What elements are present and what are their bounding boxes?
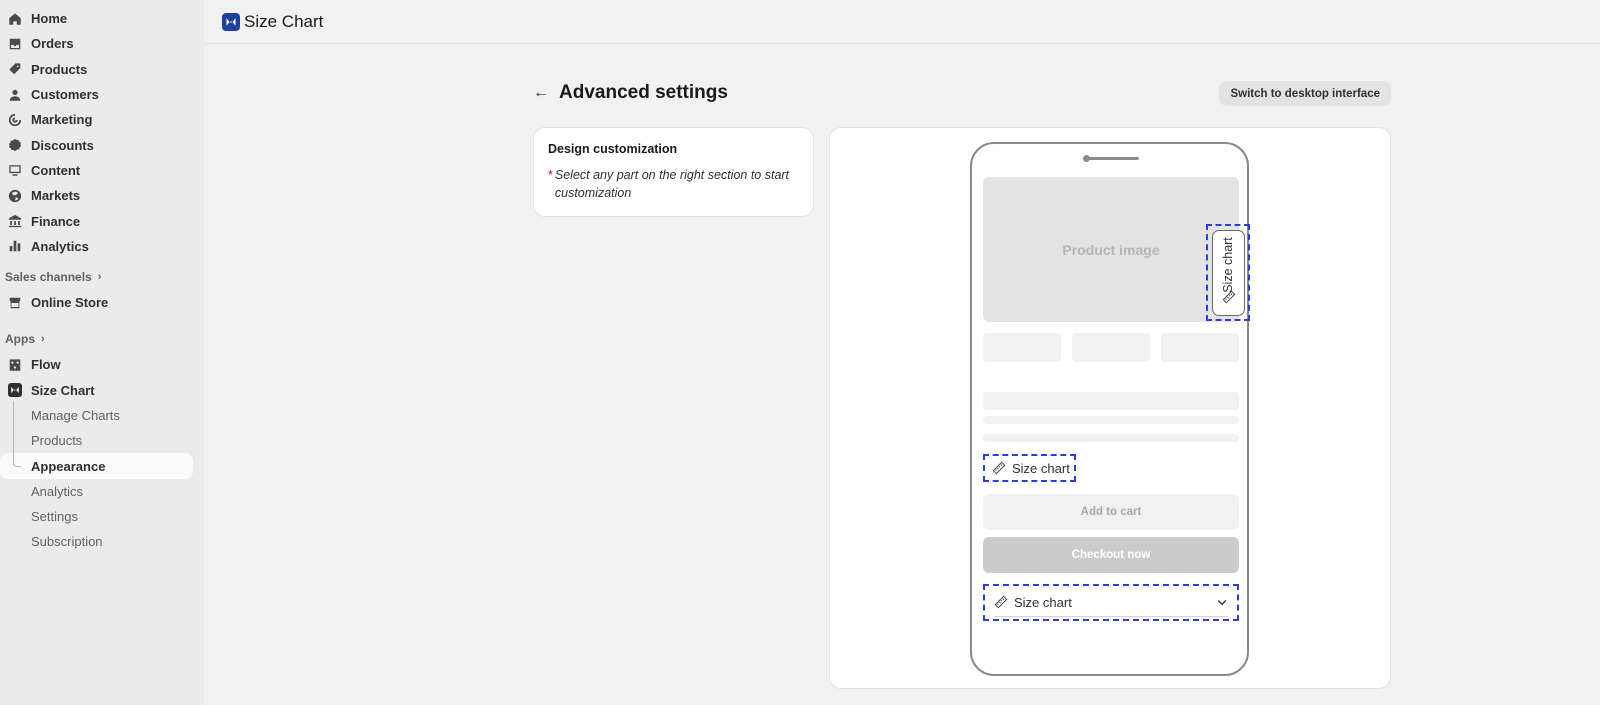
thumbnail-placeholder [1072, 333, 1150, 362]
flow-icon [8, 358, 22, 372]
ruler-icon [992, 461, 1006, 475]
sidebar-subitem-products[interactable]: Products [0, 428, 204, 453]
chevron-right-icon: › [41, 333, 45, 346]
sidebar-item-content[interactable]: Content [0, 158, 204, 183]
sidebar-item-discounts[interactable]: Discounts [0, 132, 204, 157]
page-header: ← Advanced settings Switch to desktop in… [533, 78, 1391, 108]
checkout-now-button[interactable]: Checkout now [983, 537, 1239, 573]
tree-elbow [13, 457, 21, 467]
target-icon [8, 113, 22, 127]
sidebar-item-markets[interactable]: Markets [0, 183, 204, 208]
card-hint: * Select any part on the right section t… [548, 166, 799, 202]
size-chart-inline-link[interactable]: Size chart [983, 454, 1076, 482]
accordion-row: Size chart [994, 589, 1228, 617]
sidebar-item-products[interactable]: Products [0, 57, 204, 82]
sidebar-item-label: Size Chart [31, 382, 95, 398]
thumbnail-placeholder [1161, 333, 1239, 362]
page-title: Advanced settings [559, 82, 728, 103]
app-title: Size Chart [244, 11, 324, 31]
home-icon [8, 12, 22, 26]
sidebar-item-label: Markets [31, 188, 81, 204]
bank-icon [8, 214, 22, 228]
chevron-right-icon: › [97, 270, 102, 283]
sidebar-item-customers[interactable]: Customers [0, 82, 204, 107]
required-marker: * [548, 168, 553, 182]
size-chart-logo-icon [222, 12, 240, 31]
thumbnail-row [983, 333, 1239, 362]
sidebar-item-label: Marketing [31, 112, 93, 128]
sidebar-item-flow[interactable]: Flow [0, 352, 204, 377]
sidebar-subitem-label: Analytics [31, 483, 84, 499]
globe-icon [8, 189, 22, 203]
side-tab-button: Size chart [1211, 229, 1245, 316]
sidebar-subitem-label: Manage Charts [31, 408, 120, 423]
sidebar-item-label: Orders [31, 36, 74, 52]
sidebar-item-label: Home [31, 11, 68, 27]
product-image-placeholder: Product image [983, 177, 1239, 322]
sidebar-item-online-store[interactable]: Online Store [0, 290, 204, 315]
sidebar-item-label: Finance [31, 213, 81, 229]
sidebar-item-label: Online Store [31, 295, 109, 311]
phone-mockup: Product image Size chart Size chart Add … [970, 142, 1250, 676]
sidebar-subitem-label: Settings [31, 509, 78, 525]
sidebar-subitem-label: Products [31, 433, 83, 449]
ruler-icon [994, 595, 1008, 609]
sales-channels-heading[interactable]: Sales channels › [0, 267, 204, 287]
bar-chart-icon [8, 239, 22, 253]
sidebar-item-home[interactable]: Home [0, 6, 204, 31]
back-arrow-icon[interactable]: ← [533, 84, 549, 102]
sidebar-subitem-analytics[interactable]: Analytics [0, 479, 204, 504]
content-icon [8, 163, 22, 177]
sidebar-item-label: Discounts [31, 137, 94, 153]
sidebar-subitem-appearance[interactable]: Appearance [0, 453, 193, 479]
sidebar-item-label: Content [31, 162, 81, 178]
chevron-down-icon [1217, 600, 1227, 606]
preview-card: Product image Size chart Size chart Add … [829, 127, 1391, 689]
sidebar-item-label: Customers [31, 87, 99, 103]
discount-icon [8, 138, 22, 152]
side-tab-label: Size chart [1221, 236, 1235, 293]
sidebar-item-label: Products [31, 61, 88, 77]
sidebar-item-finance[interactable]: Finance [0, 208, 204, 233]
tag-icon [8, 62, 22, 76]
sidebar-subitem-label: Subscription [31, 534, 103, 550]
card-title: Design customization [548, 142, 678, 156]
card-hint-text: Select any part on the right section to … [554, 168, 790, 200]
sidebar-item-marketing[interactable]: Marketing [0, 107, 204, 132]
switch-desktop-button[interactable]: Switch to desktop interface [1219, 81, 1391, 106]
accordion-label: Size chart [1014, 594, 1072, 610]
text-placeholder [983, 416, 1239, 424]
sidebar-item-size-chart[interactable]: Size Chart [0, 378, 204, 403]
design-customization-card: Design customization * Select any part o… [533, 127, 814, 217]
text-placeholder [983, 434, 1239, 442]
sidebar-subitem-subscription[interactable]: Subscription [0, 529, 204, 554]
person-icon [8, 88, 22, 102]
ruler-icon [1222, 290, 1236, 309]
apps-label: Apps [5, 332, 35, 347]
size-chart-logo-icon [8, 383, 22, 398]
inline-link-label: Size chart [1012, 460, 1070, 476]
sidebar-item-label: Flow [31, 357, 61, 373]
sidebar-item-analytics[interactable]: Analytics [0, 234, 204, 259]
product-image-label: Product image [1062, 241, 1160, 258]
size-chart-accordion[interactable]: Size chart [983, 584, 1239, 621]
sidebar-subitem-manage-charts[interactable]: Manage Charts [0, 403, 204, 428]
size-chart-app-icon [8, 383, 22, 398]
size-chart-side-tab[interactable]: Size chart [1206, 224, 1250, 321]
sidebar-subitem-label: Appearance [31, 458, 106, 474]
sidebar: Home Orders Products Customers Marketing… [0, 0, 204, 705]
sidebar-subitem-settings[interactable]: Settings [0, 504, 204, 529]
text-placeholder [983, 392, 1239, 410]
tree-line [13, 401, 14, 465]
thumbnail-placeholder [983, 333, 1061, 362]
sidebar-item-label: Analytics [31, 238, 89, 254]
add-to-cart-button[interactable]: Add to cart [983, 494, 1239, 530]
phone-speaker [1083, 155, 1139, 162]
orders-icon [8, 37, 22, 51]
app-topbar: Size Chart [204, 0, 1600, 44]
apps-heading[interactable]: Apps › [0, 329, 204, 349]
sidebar-item-orders[interactable]: Orders [0, 31, 204, 56]
sales-channels-label: Sales channels [5, 269, 92, 284]
store-icon [8, 296, 22, 310]
